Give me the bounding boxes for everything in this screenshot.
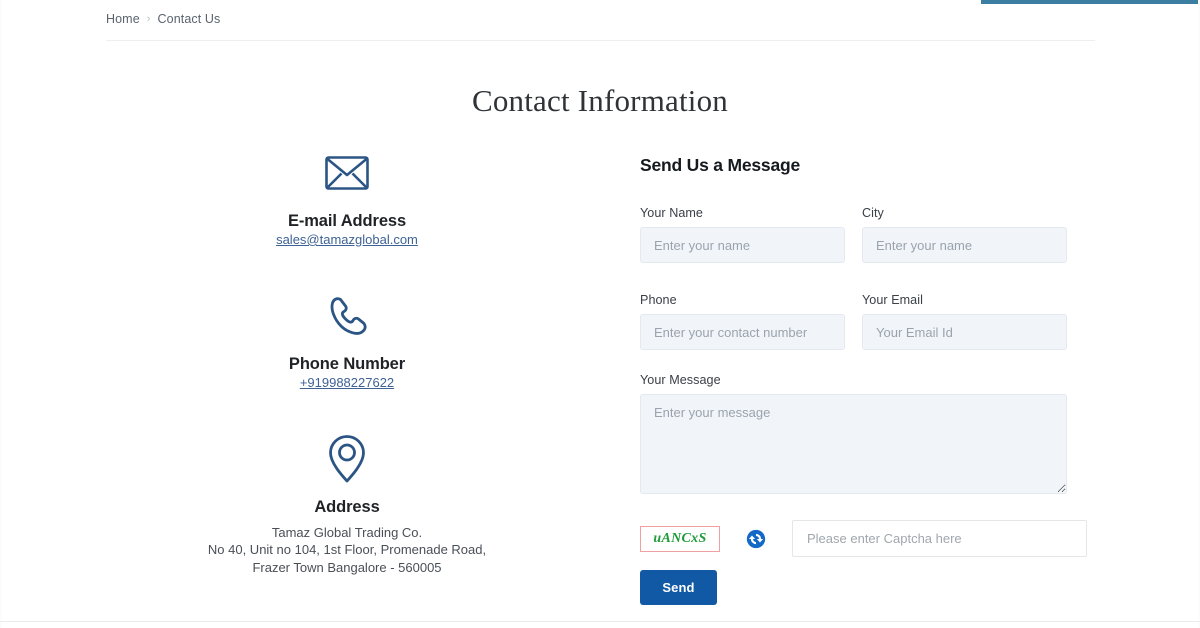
address-line-1: Tamaz Global Trading Co. [106,524,588,541]
form-row-name-city: Your Name City [640,206,1067,263]
message-textarea[interactable] [640,394,1067,494]
field-your-message: Your Message [640,373,1067,494]
page-bottom-rule [0,621,1200,622]
contact-info-column: E-mail Address sales@tamazglobal.com Pho… [106,150,588,576]
label-your-message: Your Message [640,373,1067,387]
label-phone: Phone [640,293,845,307]
breadcrumb-current-contact-us: Contact Us [158,12,221,26]
page-title: Contact Information [0,83,1200,119]
contact-form: Send Us a Message Your Name City Phone Y… [640,155,1067,605]
contact-page: Home › Contact Us Contact Information E-… [0,0,1200,628]
captcha-row: uANCxS [640,520,1067,557]
contact-title-email: E-mail Address [106,212,588,231]
contact-title-address: Address [106,498,588,517]
label-your-email: Your Email [862,293,1067,307]
contact-block-phone: Phone Number +919988227622 [106,293,588,392]
map-pin-icon [106,436,588,482]
captcha-image: uANCxS [640,526,720,552]
label-city: City [862,206,1067,220]
breadcrumb: Home › Contact Us [106,12,220,26]
contact-email-link[interactable]: sales@tamazglobal.com [276,232,418,247]
field-phone: Phone [640,293,845,350]
breadcrumb-link-home[interactable]: Home [106,12,140,26]
captcha-input[interactable] [792,520,1087,557]
contact-block-email: E-mail Address sales@tamazglobal.com [106,150,588,249]
contact-phone-link[interactable]: +919988227622 [300,375,394,390]
spacer-email-phone [106,249,588,293]
send-button[interactable]: Send [640,570,717,605]
phone-icon [106,293,588,339]
field-city: City [862,206,1067,263]
form-heading: Send Us a Message [640,155,1067,176]
field-your-email: Your Email [862,293,1067,350]
address-line-3: Frazer Town Bangalore - 560005 [106,559,588,576]
envelope-icon [106,150,588,196]
city-input[interactable] [862,227,1067,263]
contact-block-address: Address Tamaz Global Trading Co. No 40, … [106,436,588,576]
phone-input[interactable] [640,314,845,350]
address-line-2: No 40, Unit no 104, 1st Floor, Promenade… [106,541,588,558]
contact-address-lines: Tamaz Global Trading Co. No 40, Unit no … [106,524,588,576]
label-your-name: Your Name [640,206,845,220]
breadcrumb-divider [106,40,1095,41]
email-input[interactable] [862,314,1067,350]
field-your-name: Your Name [640,206,845,263]
spacer-phone-address [106,392,588,436]
breadcrumb-separator-icon: › [147,13,151,25]
form-row-phone-email: Phone Your Email [640,293,1067,350]
contact-title-phone: Phone Number [106,355,588,374]
name-input[interactable] [640,227,845,263]
top-accent-strip [981,0,1200,4]
refresh-circle-icon[interactable] [746,529,766,549]
